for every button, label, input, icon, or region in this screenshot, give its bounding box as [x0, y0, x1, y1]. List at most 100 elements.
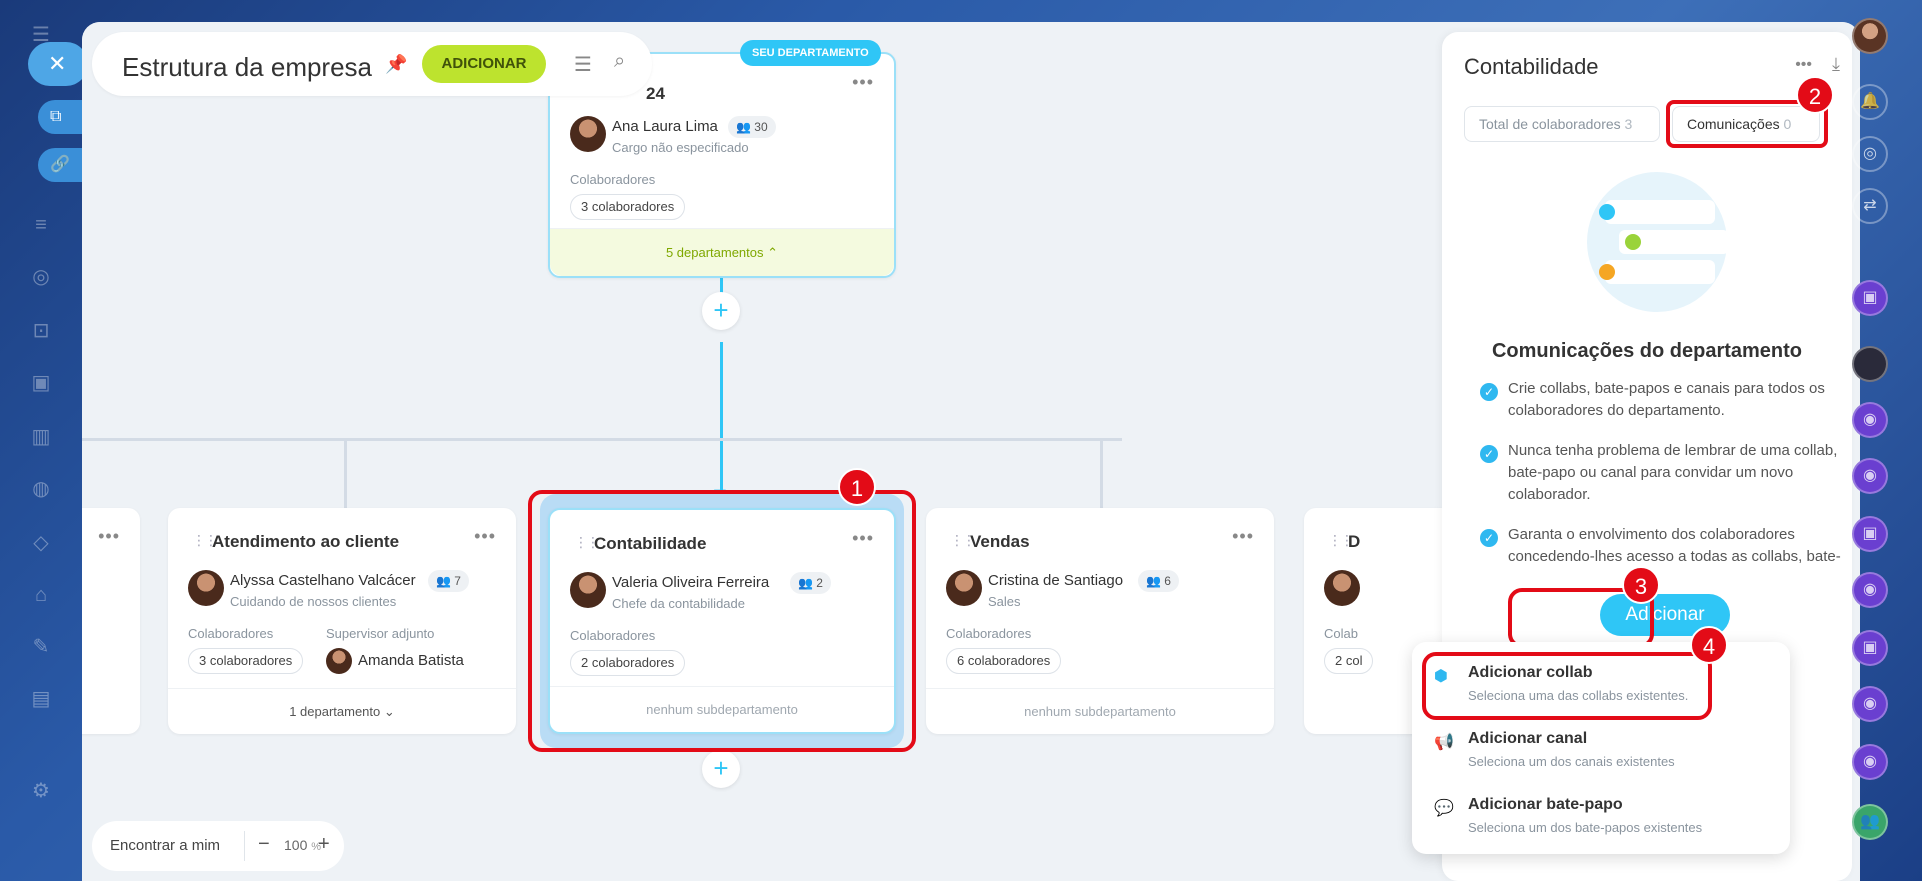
- find-me-button[interactable]: Encontrar a mim: [110, 837, 220, 854]
- id-card-icon[interactable]: ▣: [28, 370, 54, 396]
- robot-icon[interactable]: ◍: [28, 476, 54, 502]
- page-header: Estrutura da empresa 📌 ADICIONAR ☰ ⌕: [92, 32, 652, 96]
- box-icon[interactable]: ◇: [28, 530, 54, 556]
- chat-icon[interactable]: ◉: [1852, 402, 1888, 438]
- subdepartments-toggle[interactable]: 5 departamentos ⌃: [550, 228, 894, 276]
- chat-bubble-icon: 💬: [1434, 800, 1454, 817]
- annotation-number-1: 1: [838, 468, 876, 506]
- add-button[interactable]: ADICIONAR: [422, 45, 546, 83]
- check-icon: ✓: [1480, 383, 1498, 401]
- department-card-partial-left[interactable]: •••: [82, 508, 140, 734]
- department-title: 24: [646, 84, 665, 103]
- deputy-name[interactable]: Amanda Batista: [358, 652, 464, 669]
- more-icon[interactable]: •••: [852, 72, 874, 93]
- avatar[interactable]: [188, 570, 224, 606]
- subdepartments-footer: nenhum subdepartamento: [926, 688, 1274, 734]
- chat-icon[interactable]: ◉: [1852, 458, 1888, 494]
- department-card-vendas[interactable]: ⋮⋮ Vendas ••• Cristina de Santiago 👥 6 S…: [926, 508, 1274, 734]
- chat-icon[interactable]: ◉: [1852, 686, 1888, 722]
- filter-icon[interactable]: ≡: [28, 212, 54, 238]
- menu-item-add-channel[interactable]: 📢 Adicionar canal Seleciona um dos canai…: [1412, 718, 1790, 782]
- contact-card-icon[interactable]: ▣: [1852, 280, 1888, 316]
- store-icon[interactable]: ⌂: [28, 582, 54, 608]
- add-subdepartment-button[interactable]: +: [702, 750, 740, 788]
- annotation-number-3: 3: [1622, 566, 1660, 604]
- collaborators-chip[interactable]: 2 col: [1324, 648, 1374, 674]
- external-link-icon: ⧉: [50, 108, 62, 125]
- head-name[interactable]: Ana Laura Lima: [612, 118, 718, 135]
- bullet-text: Crie collabs, bate-papos e canais para t…: [1508, 380, 1825, 419]
- head-name[interactable]: Cristina de Santiago: [988, 572, 1123, 589]
- right-app-bar: 🔔 ◎ ⇄ ▣ ◉ ◉ ▣ ◉ ▣ ◉ ◉ 👥: [1830, 0, 1922, 881]
- menu-item-subtitle: Seleciona um dos canais existentes: [1468, 754, 1675, 769]
- contact-card-icon[interactable]: ▣: [1852, 516, 1888, 552]
- megaphone-icon: 📢: [1434, 734, 1454, 751]
- connector-line: [720, 342, 723, 492]
- pen-icon[interactable]: ✎: [28, 634, 54, 660]
- page-title: Estrutura da empresa: [122, 52, 373, 82]
- avatar[interactable]: [570, 116, 606, 152]
- collaborators-chip[interactable]: 6 colaboradores: [946, 648, 1062, 674]
- chart-icon[interactable]: ▥: [28, 424, 54, 450]
- collaborators-label: Colaboradores: [570, 172, 656, 187]
- collaborators-label: Colaboradores: [946, 626, 1032, 641]
- panel-title: Contabilidade: [1464, 54, 1599, 79]
- user-avatar[interactable]: [1852, 18, 1888, 54]
- menu-icon[interactable]: ☰: [574, 52, 592, 77]
- tab-total-collaborators[interactable]: Total de colaboradores 3: [1464, 106, 1660, 142]
- contact-card-icon[interactable]: ▣: [1852, 630, 1888, 666]
- more-icon[interactable]: •••: [474, 526, 496, 547]
- avatar[interactable]: [326, 648, 352, 674]
- collaborators-chip[interactable]: 3 colaboradores: [570, 194, 686, 220]
- close-icon: ✕: [48, 51, 67, 76]
- more-icon[interactable]: •••: [98, 526, 120, 547]
- avatar[interactable]: [1324, 570, 1360, 606]
- document-icon[interactable]: ▤: [28, 686, 54, 712]
- annotation-number-4: 4: [1690, 626, 1728, 664]
- pin-icon[interactable]: 📌: [385, 54, 407, 75]
- sync-icon[interactable]: ⇄: [1852, 188, 1888, 224]
- collaborators-chip[interactable]: 3 colaboradores: [188, 648, 304, 674]
- zoom-out-button[interactable]: −: [258, 833, 270, 856]
- zoom-controls: Encontrar a mim − 100 % +: [92, 821, 344, 871]
- head-role: Cargo não especificado: [612, 140, 749, 155]
- annotation-number-2: 2: [1796, 76, 1834, 114]
- annotation-box-1: [528, 490, 916, 752]
- bullet-text: Nunca tenha problema de lembrar de uma c…: [1508, 442, 1838, 503]
- close-slider-button[interactable]: ✕: [28, 42, 88, 86]
- divider: [244, 831, 245, 861]
- avatar[interactable]: [1852, 346, 1888, 382]
- chat-icon[interactable]: ◉: [1852, 572, 1888, 608]
- settings-icon[interactable]: ⚙: [28, 778, 54, 804]
- head-name[interactable]: Alyssa Castelhano Valcácer: [230, 572, 416, 589]
- department-card-atendimento[interactable]: ⋮⋮ Atendimento ao cliente ••• Alyssa Cas…: [168, 508, 516, 734]
- copy-link-button[interactable]: 🔗: [38, 148, 88, 182]
- search-icon[interactable]: ⌕: [614, 50, 625, 73]
- avatar[interactable]: [946, 570, 982, 606]
- more-icon[interactable]: •••: [1232, 526, 1254, 547]
- subdepartments-toggle[interactable]: 1 departamento ⌄: [168, 688, 516, 734]
- link-icon: 🔗: [50, 156, 70, 173]
- add-department-button[interactable]: +: [702, 292, 740, 330]
- target-icon[interactable]: ◎: [28, 264, 54, 290]
- group-icon[interactable]: 👥: [1852, 804, 1888, 840]
- menu-item-title: Adicionar canal: [1468, 730, 1588, 747]
- connector-line: [344, 438, 347, 508]
- copilot-icon[interactable]: ◎: [1852, 136, 1888, 172]
- menu-item-subtitle: Seleciona um dos bate-papos existentes: [1468, 820, 1703, 835]
- cart-icon[interactable]: ⊡: [28, 318, 54, 344]
- check-icon: ✓: [1480, 445, 1498, 463]
- communications-illustration: [1587, 172, 1729, 312]
- menu-item-add-chat[interactable]: 💬 Adicionar bate-papo Seleciona um dos b…: [1412, 784, 1790, 848]
- employee-count-badge: 👥 30: [728, 116, 776, 138]
- department-title: Vendas: [970, 532, 1030, 551]
- department-title: Atendimento ao cliente: [212, 532, 400, 551]
- open-in-new-window-button[interactable]: ⧉: [38, 100, 88, 134]
- zoom-in-button[interactable]: +: [318, 833, 330, 856]
- connector-line: [82, 438, 1122, 441]
- connector-line: [1100, 438, 1103, 508]
- bell-icon[interactable]: 🔔: [1852, 84, 1888, 120]
- your-department-badge: SEU DEPARTAMENTO: [740, 40, 881, 66]
- more-icon[interactable]: •••: [1795, 56, 1812, 74]
- chat-icon[interactable]: ◉: [1852, 744, 1888, 780]
